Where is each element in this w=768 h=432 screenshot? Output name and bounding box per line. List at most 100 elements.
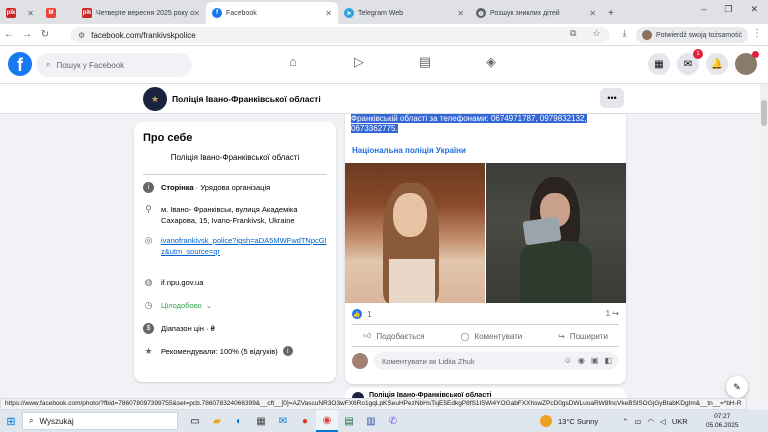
- weather-text[interactable]: 13°C Sunny: [558, 417, 598, 426]
- task-view-icon[interactable]: ▭: [184, 410, 206, 432]
- bookmark-star-icon[interactable]: ☆: [592, 28, 600, 39]
- hashtag-link[interactable]: Національна поліція України: [352, 146, 466, 155]
- divider: [143, 174, 327, 175]
- store-icon[interactable]: ▦: [250, 410, 272, 432]
- lang-indicator[interactable]: UKR: [672, 417, 688, 426]
- home-icon[interactable]: ⌂: [260, 54, 326, 70]
- telegram-icon: ➤: [344, 8, 354, 18]
- share-button[interactable]: ↪ Поширити: [552, 327, 614, 345]
- notification-badge: 1: [693, 49, 703, 59]
- sun-icon: [540, 415, 552, 427]
- reaction-count[interactable]: 👍 1: [352, 309, 371, 319]
- tab-facebook[interactable]: f Facebook ✕: [206, 2, 338, 24]
- app-icon[interactable]: ●: [294, 410, 316, 432]
- gif-icon[interactable]: ▣: [591, 356, 599, 365]
- bell-icon[interactable]: 🔔: [706, 53, 728, 75]
- comment-input[interactable]: Коментувати як Lidiia Zhuk ☺ ◉ ▣ ◧: [374, 352, 618, 370]
- page-title[interactable]: Поліція Івано-Франківської області: [172, 94, 321, 104]
- outlook-icon[interactable]: ✉: [272, 410, 294, 432]
- info-icon[interactable]: i: [282, 346, 293, 356]
- emoji-icon[interactable]: ☺: [564, 356, 572, 365]
- comment-label: Коментувати: [474, 331, 523, 341]
- video-icon[interactable]: ▷: [326, 54, 392, 70]
- new-message-button[interactable]: ✎: [726, 376, 748, 398]
- website-link[interactable]: if.npu.gov.ua: [161, 277, 203, 288]
- page-more-button[interactable]: •••: [600, 88, 624, 108]
- divider: [352, 346, 619, 347]
- chrome-icon[interactable]: ◉: [316, 410, 338, 432]
- search-icon: ⌕: [29, 416, 34, 425]
- close-tab-icon[interactable]: ✕: [325, 9, 332, 18]
- maximize-button[interactable]: ❐: [724, 4, 732, 15]
- facebook-logo-letter: f: [17, 55, 23, 75]
- page-scrollbar[interactable]: [760, 84, 768, 398]
- chevron-down-icon[interactable]: ⌄: [206, 300, 212, 311]
- new-tab-button[interactable]: +: [602, 2, 622, 24]
- hours-text[interactable]: Цілодобово: [161, 300, 202, 311]
- excel-icon[interactable]: ▤: [338, 410, 360, 432]
- tab-pik[interactable]: pik ✕: [0, 2, 40, 24]
- thumbs-up-icon: 👍︎: [362, 331, 372, 340]
- about-category: i Сторінка · Урядова організація: [143, 182, 329, 193]
- network-icon[interactable]: ▭: [634, 417, 641, 426]
- tab-pik-article[interactable]: pik Четверте вересня 2025 року о ✕: [76, 2, 206, 24]
- rating-text: Рекомендували: 100% (5 відгуків): [161, 347, 278, 356]
- close-window-button[interactable]: ✕: [750, 4, 758, 15]
- share-icon: ↪: [558, 331, 565, 341]
- facebook-logo[interactable]: f: [8, 52, 32, 76]
- post-photo-1[interactable]: [345, 163, 485, 303]
- about-price: $ Діапазон цін · ₴: [143, 323, 329, 334]
- like-button[interactable]: 👍︎ Подобається: [357, 327, 431, 345]
- chevron-up-icon[interactable]: ⌃: [622, 417, 628, 426]
- facebook-search-input[interactable]: ⌕ Пошук у Facebook: [36, 53, 192, 77]
- download-icon[interactable]: ⤓: [623, 28, 627, 39]
- close-tab-icon[interactable]: ✕: [193, 9, 200, 18]
- instagram-link[interactable]: ivanofrankivsk_police?igsh=aDA5MWFwdTNpc…: [161, 235, 329, 257]
- tab-gmail[interactable]: M: [40, 2, 76, 24]
- menu-grid-icon[interactable]: ▦: [648, 53, 670, 75]
- cast-icon[interactable]: ⧉: [570, 28, 576, 39]
- account-avatar[interactable]: [735, 51, 759, 75]
- edge-icon[interactable]: ◐: [228, 410, 250, 432]
- volume-icon[interactable]: ◁: [660, 417, 666, 426]
- comment-button[interactable]: ◯ Коментувати: [454, 327, 528, 345]
- gaming-icon[interactable]: ◈: [458, 54, 524, 70]
- file-explorer-icon[interactable]: ▰: [206, 410, 228, 432]
- post-card: Франківській області за телефонами: 0674…: [345, 114, 626, 384]
- viber-icon[interactable]: ✆: [382, 410, 404, 432]
- tab-label: Четверте вересня 2025 року о: [96, 9, 194, 17]
- tab-telegram[interactable]: ➤ Telegram Web ✕: [338, 2, 470, 24]
- close-tab-icon[interactable]: ✕: [27, 9, 34, 18]
- tab-missing-children[interactable]: ◍ Розшук зниклих дітей ✕: [470, 2, 602, 24]
- back-icon[interactable]: ←: [0, 29, 18, 40]
- about-instagram: ◎ ivanofrankivsk_police?igsh=aDA5MWFwdTN…: [143, 235, 329, 257]
- close-tab-icon[interactable]: ✕: [589, 9, 596, 18]
- post-photo-2[interactable]: [486, 163, 626, 303]
- about-hours: ◷ Цілодобово ⌄: [143, 300, 329, 311]
- reload-icon[interactable]: ↻: [36, 29, 54, 40]
- facebook-main-nav: ⌂ ▷ ▤ ◈: [260, 54, 524, 70]
- wifi-icon[interactable]: ◠: [648, 417, 655, 426]
- share-count[interactable]: 1 ↪: [606, 309, 619, 318]
- taskbar-clock[interactable]: 07:27 05.06.2025: [706, 412, 739, 430]
- minimize-button[interactable]: –: [701, 4, 706, 15]
- page-avatar[interactable]: ★: [143, 87, 167, 111]
- camera-icon[interactable]: ◉: [578, 356, 585, 365]
- site-info-icon[interactable]: ⚙: [78, 31, 85, 40]
- marketplace-icon[interactable]: ▤: [392, 54, 458, 70]
- scrollbar-thumb[interactable]: [761, 100, 767, 126]
- photo-shape: [389, 259, 435, 303]
- taskbar-search[interactable]: ⌕ Wyszukaj: [22, 412, 178, 430]
- forward-icon[interactable]: →: [18, 29, 36, 40]
- url-text: facebook.com/frankivskpolice: [91, 30, 196, 40]
- url-bar[interactable]: ⚙ facebook.com/frankivskpolice: [70, 27, 610, 43]
- profile-chip[interactable]: Potwierdź swoją tożsamość: [636, 27, 748, 43]
- word-icon[interactable]: ▥: [360, 410, 382, 432]
- windows-start-icon[interactable]: ⊞: [0, 410, 22, 432]
- window-controls: – ❐ ✕: [701, 4, 768, 15]
- browser-menu-icon[interactable]: ⋮: [752, 28, 762, 39]
- sticker-icon[interactable]: ◧: [604, 356, 612, 365]
- close-tab-icon[interactable]: ✕: [457, 9, 464, 18]
- messenger-icon[interactable]: ✉ 1: [677, 49, 703, 75]
- instagram-icon: ◎: [144, 235, 153, 245]
